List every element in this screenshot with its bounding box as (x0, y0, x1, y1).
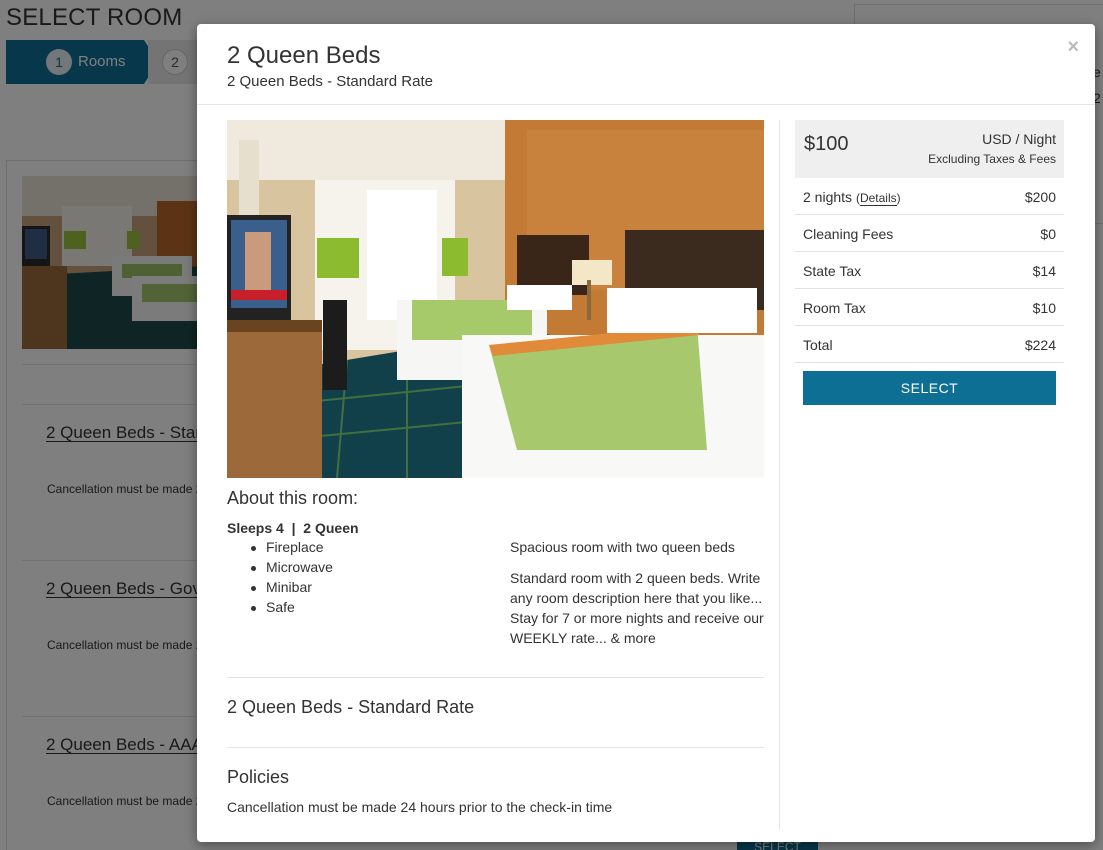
nightly-price: $100 (804, 133, 849, 155)
divider (227, 747, 764, 748)
close-icon[interactable]: × (1067, 36, 1079, 59)
nights-label: 2 nights (803, 189, 853, 205)
policies-heading: Policies (227, 767, 290, 787)
select-button[interactable]: SELECT (803, 371, 1056, 405)
details-link[interactable]: Details (859, 191, 897, 206)
fee-value: $10 (1032, 300, 1056, 316)
fee-row-total: Total $224 (795, 326, 1064, 363)
price-unit: USD / Night (982, 131, 1056, 147)
price-summary: $100 USD / Night Excluding Taxes & Fees (795, 120, 1064, 178)
total-label: Total (803, 337, 833, 353)
room-photo-image (227, 120, 764, 478)
modal-header: 2 Queen Beds 2 Queen Beds - Standard Rat… (197, 24, 1095, 105)
room-short-description: Spacious room with two queen beds (510, 539, 735, 555)
divider (227, 677, 764, 678)
amenity-item: Fireplace (247, 538, 333, 558)
amenity-item: Minibar (247, 578, 333, 598)
fee-label: State Tax (803, 263, 862, 279)
fee-row-nights: 2 nights (Details) $200 (795, 178, 1064, 215)
fee-row-room-tax: Room Tax $10 (795, 289, 1064, 326)
fee-label: 2 nights (Details) (803, 189, 901, 206)
price-note: Excluding Taxes & Fees (928, 152, 1056, 166)
amenity-item: Microwave (247, 558, 333, 578)
fee-label: Room Tax (803, 300, 866, 316)
room-details-modal: 2 Queen Beds 2 Queen Beds - Standard Rat… (197, 24, 1095, 842)
fee-row-state-tax: State Tax $14 (795, 252, 1064, 289)
column-divider (779, 120, 780, 830)
sleeps-line: Sleeps 4 | 2 Queen (227, 520, 359, 536)
amenities-list: Fireplace Microwave Minibar Safe (247, 538, 333, 618)
fee-row-cleaning: Cleaning Fees $0 (795, 215, 1064, 252)
room-photo (227, 120, 764, 478)
modal-title: 2 Queen Beds (227, 42, 381, 69)
amenity-item: Safe (247, 598, 333, 618)
fee-value: $0 (1040, 226, 1056, 242)
room-long-description: Standard room with 2 queen beds. Write a… (510, 570, 764, 646)
about-room-heading: About this room: (227, 488, 359, 508)
rate-name: 2 Queen Beds - Standard Rate (227, 697, 475, 717)
fee-label: Cleaning Fees (803, 226, 894, 242)
modal-subtitle: 2 Queen Beds - Standard Rate (227, 73, 433, 90)
policies-text: Cancellation must be made 24 hours prior… (227, 799, 613, 815)
fee-value: $200 (1024, 189, 1056, 205)
total-value: $224 (1024, 337, 1056, 353)
fee-value: $14 (1032, 263, 1056, 279)
